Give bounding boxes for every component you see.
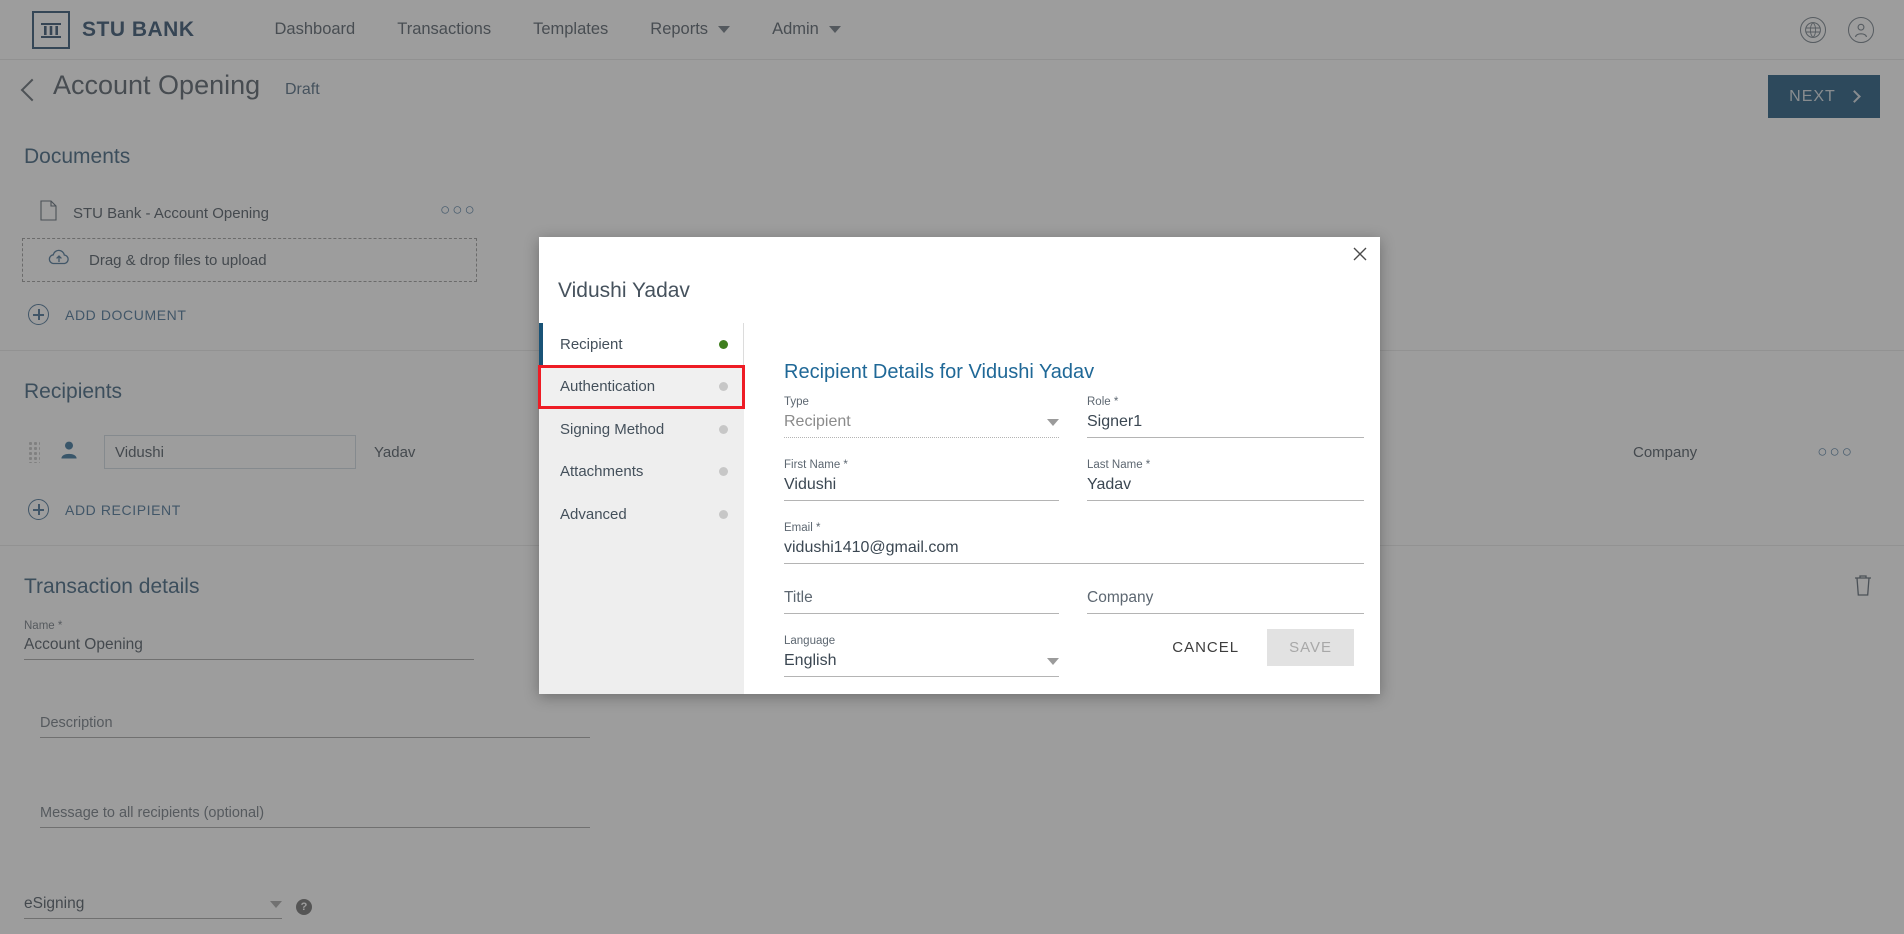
- status-dot-icon: [719, 339, 728, 349]
- modal-tab-recipient[interactable]: Recipient: [539, 323, 744, 366]
- status-dot-icon: [719, 424, 728, 434]
- modal-tab-attachments-label: Attachments: [560, 463, 644, 481]
- role-field: Role *: [1087, 396, 1364, 438]
- type-select[interactable]: Recipient: [784, 413, 1059, 438]
- app-root: STU BANK Dashboard Transactions Template…: [0, 0, 1904, 934]
- modal-tab-authentication[interactable]: Authentication: [538, 364, 745, 409]
- language-value: English: [784, 652, 837, 669]
- modal-sidebar: Recipient Authentication Signing Method …: [538, 323, 745, 694]
- last-name-label: Last Name *: [1087, 459, 1151, 471]
- modal-tab-authentication-label: Authentication: [560, 378, 656, 396]
- job-title-input[interactable]: [784, 589, 1059, 614]
- modal-tab-attachments[interactable]: Attachments: [539, 451, 744, 494]
- status-dot-icon: [719, 382, 728, 392]
- close-icon[interactable]: [1349, 243, 1371, 265]
- role-input[interactable]: [1087, 413, 1364, 438]
- type-field: Type Recipient: [784, 396, 1059, 438]
- language-label: Language: [784, 635, 836, 647]
- modal-tab-advanced[interactable]: Advanced: [539, 493, 744, 536]
- first-name-input[interactable]: [784, 476, 1059, 501]
- save-button: SAVE: [1267, 629, 1354, 666]
- modal-actions: CANCEL SAVE: [1156, 629, 1354, 666]
- cancel-button[interactable]: CANCEL: [1156, 629, 1255, 666]
- modal-tab-signing-method[interactable]: Signing Method: [539, 408, 744, 451]
- email-label: Email *: [784, 522, 821, 534]
- chevron-down-icon: [1047, 418, 1059, 426]
- company-input[interactable]: [1087, 589, 1364, 614]
- divider: [743, 323, 744, 366]
- first-name-label: First Name *: [784, 459, 848, 471]
- modal-tab-advanced-label: Advanced: [560, 505, 627, 523]
- first-name-field: First Name *: [784, 459, 1059, 501]
- last-name-field: Last Name *: [1087, 459, 1364, 501]
- status-dot-icon: [719, 509, 728, 519]
- language-field: Language English: [784, 635, 1059, 677]
- modal-tab-signing-method-label: Signing Method: [560, 420, 665, 438]
- recipient-settings-modal: Vidushi Yadav Recipient Authentication S…: [538, 237, 1380, 694]
- job-title-field: [784, 589, 1059, 614]
- status-dot-icon: [719, 467, 728, 477]
- role-label: Role *: [1087, 396, 1119, 408]
- modal-title: Vidushi Yadav: [558, 279, 690, 302]
- email-field: Email *: [784, 522, 1364, 564]
- type-value: Recipient: [784, 413, 851, 430]
- modal-tab-recipient-label: Recipient: [560, 335, 623, 353]
- chevron-down-icon: [1047, 657, 1059, 665]
- last-name-input[interactable]: [1087, 476, 1364, 501]
- modal-content-title: Recipient Details for Vidushi Yadav: [784, 361, 1095, 383]
- language-select[interactable]: English: [784, 652, 1059, 677]
- type-label: Type: [784, 396, 809, 408]
- email-input[interactable]: [784, 539, 1364, 564]
- company-field: [1087, 589, 1364, 614]
